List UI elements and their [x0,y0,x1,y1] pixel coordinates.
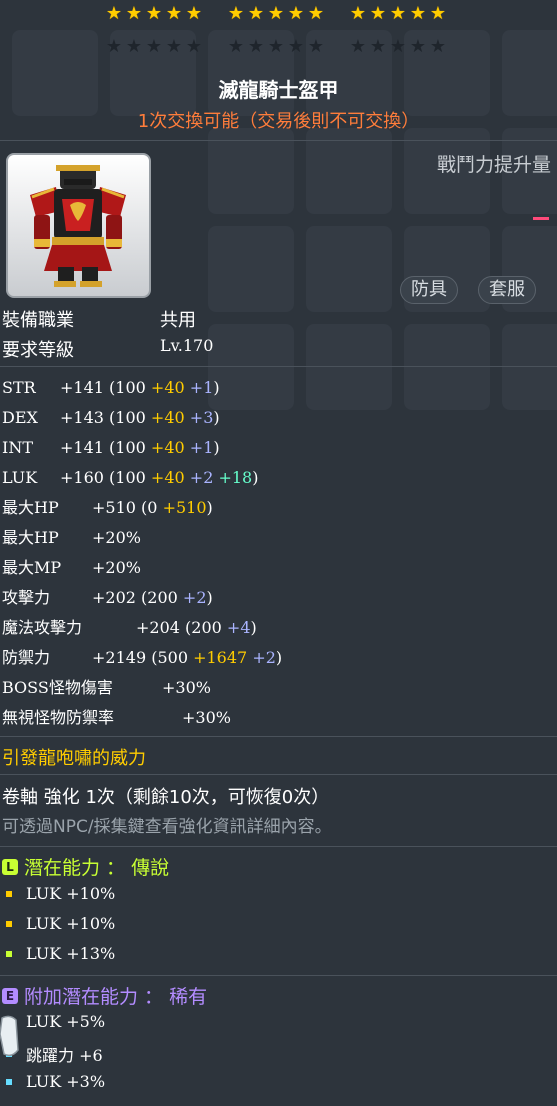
cursor-glove-icon [0,1015,19,1057]
empty-star-icon: ★ [247,36,265,57]
legendary-grade-icon: L [2,858,18,875]
star-icon: ★ [185,3,203,24]
potential-header: L 潛在能力 ： 傳說 [2,853,169,880]
bonus-potential-line: 跳躍力 +6 [6,1042,103,1066]
star-icon: ★ [349,3,367,24]
bonus-potential-line: LUK +3% [6,1072,105,1091]
empty-star-icon: ★ [429,36,447,57]
star-icon: ★ [429,3,447,24]
bullet-icon [6,1078,12,1085]
empty-star-icon: ★ [165,36,183,57]
empty-star-icon: ★ [369,36,387,57]
star-icon: ★ [267,3,285,24]
empty-star-icon: ★ [409,36,427,57]
divider [0,774,557,775]
level-label: 要求等級 [2,340,74,361]
star-icon: ★ [125,3,143,24]
category-tag-overall: 套服 [478,276,536,304]
star-icon: ★ [389,3,407,24]
armor-icon [30,165,126,287]
stat-boss-damage: BOSS怪物傷害 +30% [2,678,211,697]
potential-title: 潛在能力 ： 傳說 [24,857,170,879]
potential-line: LUK +10% [6,884,115,903]
empty-star-icon: ★ [389,36,407,57]
stat-maxmp-pct: 最大MP +20% [2,558,141,577]
job-value: 共用 [160,310,196,331]
star-icon: ★ [165,3,183,24]
bonus-potential-header: E 附加潛在能力 ： 稀有 [2,982,207,1009]
star-icon: ★ [369,3,387,24]
star-icon: ★ [287,3,305,24]
empty-star-icon: ★ [349,36,367,57]
stat-magic-attack: 魔法攻擊力 +204 (200 +4) [2,618,257,637]
stat-attack: 攻擊力 +202 (200 +2) [2,588,213,607]
star-icon: ★ [145,3,163,24]
empty-star-icon: ★ [125,36,143,57]
set-effect-title: 引發龍咆嘯的威力 [2,748,146,769]
star-icon: ★ [409,3,427,24]
job-label: 裝備職業 [2,310,74,331]
empty-star-icon: ★ [287,36,305,57]
star-icon: ★ [105,3,123,24]
bonus-potential-line: LUK +5% [6,1012,105,1031]
epic-grade-icon: E [2,987,18,1004]
divider [0,975,557,976]
bonus-potential-title: 附加潛在能力 ： 稀有 [24,986,208,1008]
bullet-icon [6,920,12,927]
item-name: 滅龍騎士盔甲 [218,78,339,102]
empty-star-icon: ★ [307,36,325,57]
divider [0,846,557,847]
scroll-upgrade-info: 卷軸 強化 1次（剩餘10次，可恢復0次） [2,787,330,808]
star-icon: ★ [227,3,245,24]
stat-int: INT +141 (100 +40 +1) [2,438,220,457]
bullet-icon [6,950,12,957]
empty-star-icon: ★ [105,36,123,57]
star-force-row-1: ★ ★ ★ ★ ★ ★ ★ ★ ★ ★ ★ ★ ★ ★ ★ [104,5,454,23]
stat-maxhp-flat: 最大HP +510 (0 +510) [2,498,213,517]
stat-maxhp-pct: 最大HP +20% [2,528,141,547]
divider [0,366,557,367]
divider [0,736,557,737]
divider [0,140,557,141]
item-icon-frame[interactable] [6,153,151,298]
level-value: Lv.170 [160,336,214,355]
empty-star-icon: ★ [267,36,285,57]
trade-note: 1次交換可能（交易後則不可交換） [137,111,420,132]
stat-str: STR +141 (100 +40 +1) [2,378,220,397]
potential-line: LUK +10% [6,914,115,933]
stat-defense: 防禦力 +2149 (500 +1647 +2) [2,648,283,667]
stat-dex: DEX +143 (100 +40 +3) [2,408,220,427]
category-tag-armor: 防具 [400,276,458,304]
enhance-hint: 可透過NPC/採集鍵查看強化資訊詳細內容。 [2,817,332,837]
star-force-row-2: ★ ★ ★ ★ ★ ★ ★ ★ ★ ★ ★ ★ ★ ★ ★ [104,38,454,56]
empty-star-icon: ★ [185,36,203,57]
bullet-icon [6,890,12,897]
stat-ignore-defense: 無視怪物防禦率 +30% [2,708,231,727]
potential-line: LUK +13% [6,944,115,963]
empty-star-icon: ★ [145,36,163,57]
empty-star-icon: ★ [227,36,245,57]
combat-power-label: 戰鬥力提升量 [436,154,551,176]
star-icon: ★ [307,3,325,24]
combat-power-indicator [533,217,549,220]
stat-luk: LUK +160 (100 +40 +2 +18) [2,468,259,487]
star-icon: ★ [247,3,265,24]
